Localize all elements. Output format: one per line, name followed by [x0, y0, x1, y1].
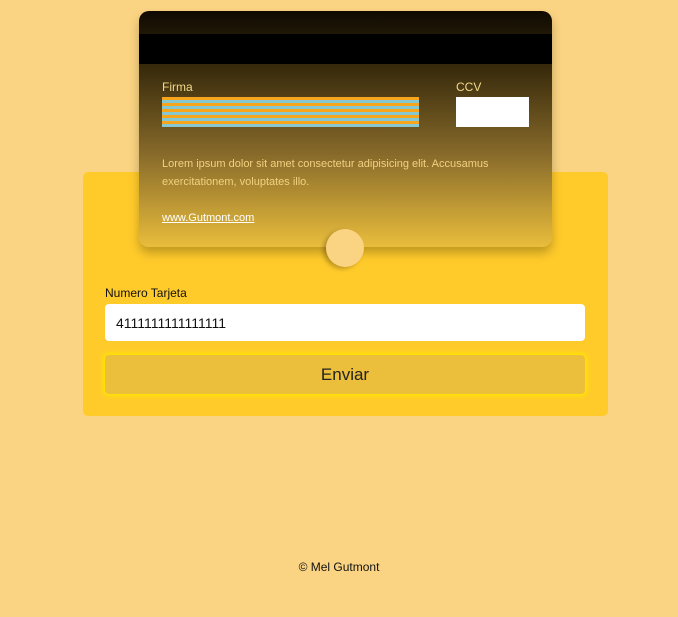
submit-button[interactable]: Enviar [105, 355, 585, 394]
card-description: Lorem ipsum dolor sit amet consectetur a… [162, 158, 489, 188]
website-link[interactable]: www.Gutmont.com [162, 212, 254, 224]
credit-card-back: Firma CCV Lorem ipsum dolor sit amet con… [139, 11, 552, 247]
ccv-label: CCV [456, 80, 482, 94]
card-number-input[interactable] [105, 304, 585, 341]
magnetic-stripe [139, 34, 552, 64]
ccv-box [456, 97, 529, 127]
footer-copyright: © Mel Gutmont [298, 560, 380, 574]
card-number-label: Numero Tarjeta [105, 286, 187, 300]
card-flip-knob[interactable] [326, 229, 364, 267]
signature-label: Firma [162, 80, 193, 94]
signature-strip [162, 97, 419, 127]
